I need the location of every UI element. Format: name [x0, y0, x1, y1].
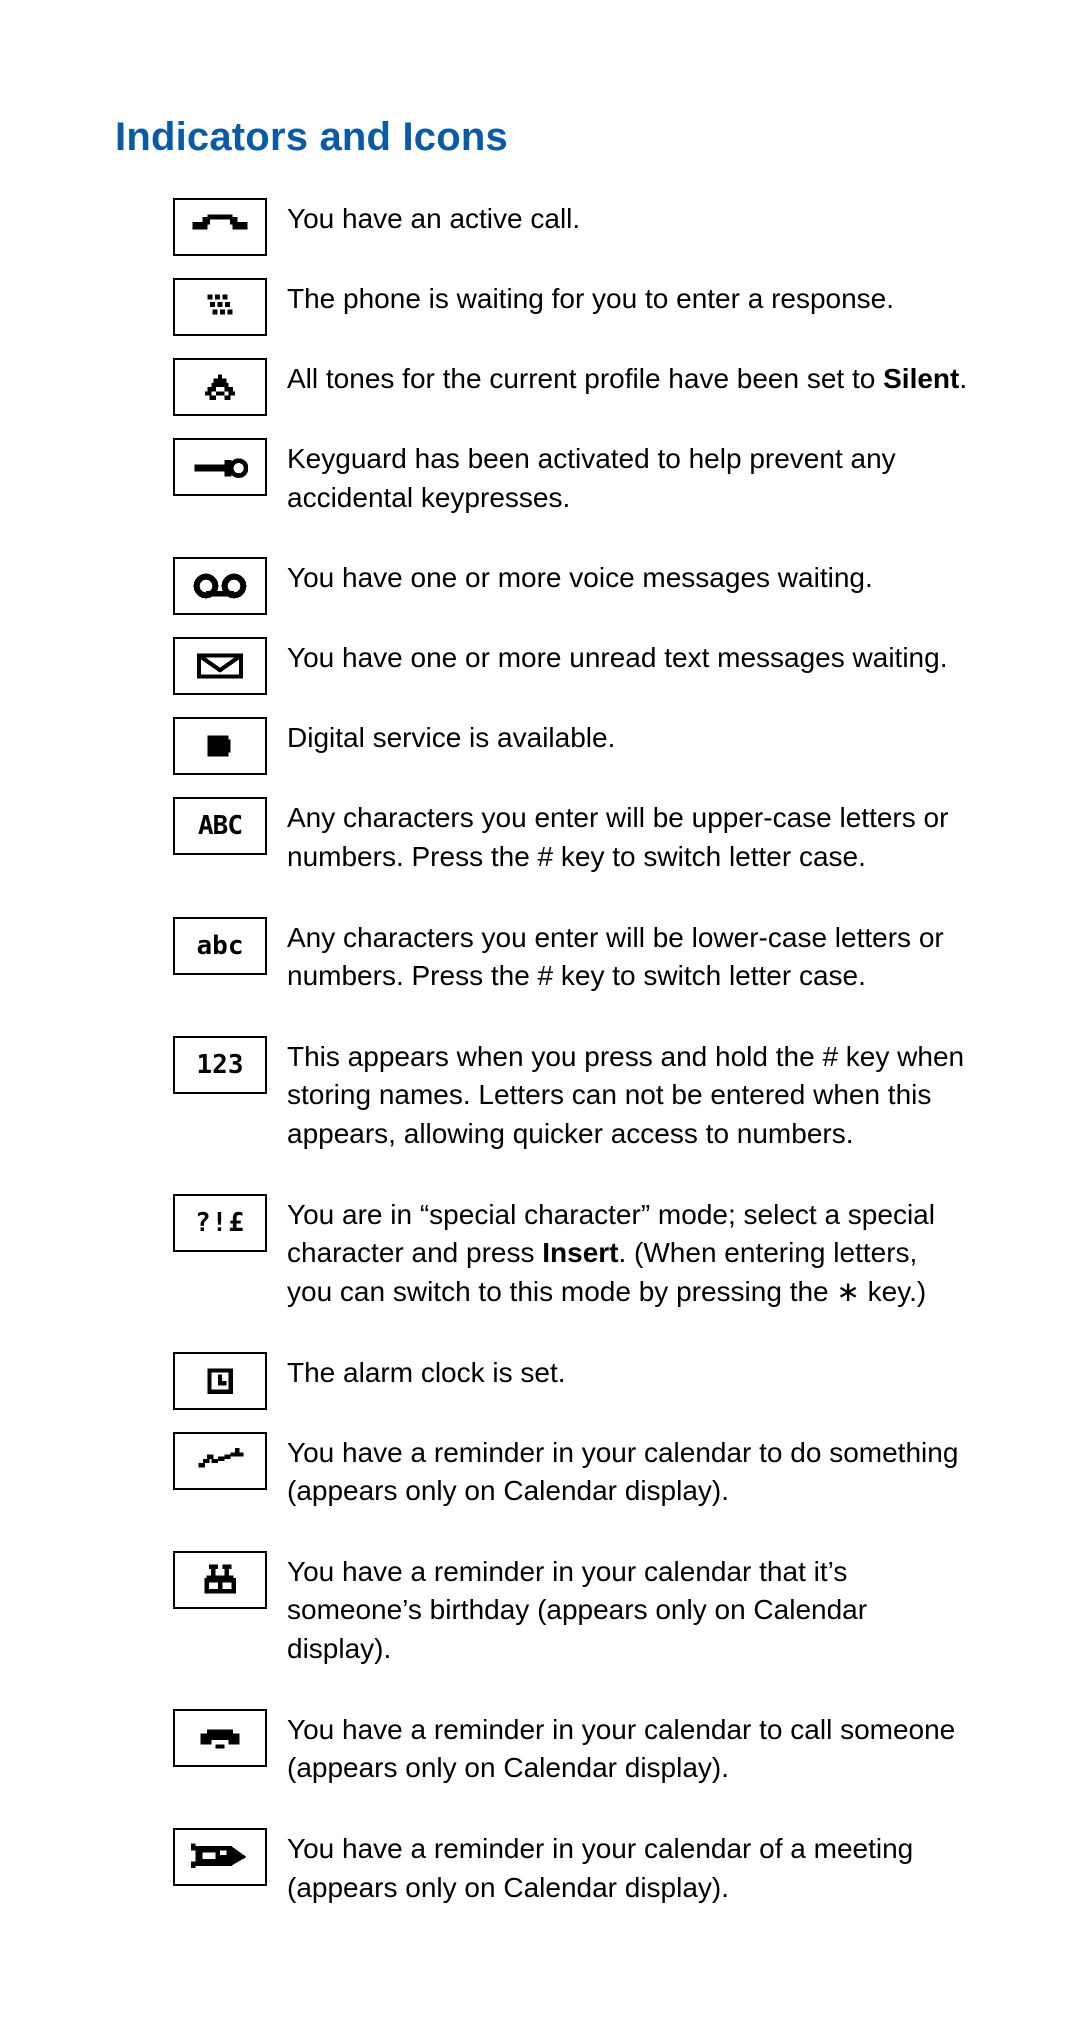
calendar-call-icon — [173, 1709, 267, 1767]
calendar-meeting-icon — [173, 1828, 267, 1886]
active-call-icon — [173, 198, 267, 256]
uppercase-mode-icon: ABC — [173, 797, 267, 855]
icon-list: You have an active call. The phone is wa… — [115, 198, 970, 1907]
special-char-mode-icon: ?!£ — [173, 1194, 267, 1252]
list-item: You have one or more unread text message… — [173, 637, 970, 695]
list-item: You have a reminder in your calendar to … — [173, 1709, 970, 1788]
unread-message-icon — [173, 637, 267, 695]
alarm-clock-icon — [173, 1352, 267, 1410]
silent-profile-icon — [173, 358, 267, 416]
list-item-text: You have a reminder in your calendar to … — [287, 1432, 970, 1511]
calendar-reminder-icon — [173, 1432, 267, 1490]
list-item: ?!£ You are in “special character” mode;… — [173, 1194, 970, 1312]
list-item: You have one or more voice messages wait… — [173, 557, 970, 615]
list-item-text: You have an active call. — [287, 198, 580, 239]
voicemail-icon — [173, 557, 267, 615]
digital-service-icon — [173, 717, 267, 775]
numeric-mode-icon: 123 — [173, 1036, 267, 1094]
list-item: 123 This appears when you press and hold… — [173, 1036, 970, 1154]
list-item: Digital service is available. — [173, 717, 970, 775]
list-item: The phone is waiting for you to enter a … — [173, 278, 970, 336]
list-item: You have an active call. — [173, 198, 970, 256]
list-item-text: You have one or more unread text message… — [287, 637, 947, 678]
list-item-text: This appears when you press and hold the… — [287, 1036, 970, 1154]
list-item: You have a reminder in your calendar to … — [173, 1432, 970, 1511]
list-item-text: The alarm clock is set. — [287, 1352, 566, 1393]
list-item: Keyguard has been activated to help prev… — [173, 438, 970, 517]
list-item-text: Digital service is available. — [287, 717, 615, 758]
calendar-birthday-icon — [173, 1551, 267, 1609]
list-item-text: You have a reminder in your calendar to … — [287, 1709, 970, 1788]
list-item: abc Any characters you enter will be low… — [173, 917, 970, 996]
list-item: The alarm clock is set. — [173, 1352, 970, 1410]
waiting-response-icon — [173, 278, 267, 336]
list-item-text: All tones for the current profile have b… — [287, 358, 967, 399]
list-item-text: You are in “special character” mode; sel… — [287, 1194, 970, 1312]
page: Indicators and Icons You have an active … — [0, 0, 1080, 2039]
list-item-text: Any characters you enter will be lower-c… — [287, 917, 970, 996]
keyguard-icon — [173, 438, 267, 496]
list-item: All tones for the current profile have b… — [173, 358, 970, 416]
list-item-text: You have one or more voice messages wait… — [287, 557, 873, 598]
lowercase-mode-icon: abc — [173, 917, 267, 975]
list-item: You have a reminder in your calendar tha… — [173, 1551, 970, 1669]
list-item-text: The phone is waiting for you to enter a … — [287, 278, 894, 319]
section-title: Indicators and Icons — [115, 115, 970, 160]
list-item-text: You have a reminder in your calendar tha… — [287, 1551, 970, 1669]
list-item-text: Any characters you enter will be upper-c… — [287, 797, 970, 876]
list-item: ABC Any characters you enter will be upp… — [173, 797, 970, 876]
list-item-text: You have a reminder in your calendar of … — [287, 1828, 970, 1907]
list-item-text: Keyguard has been activated to help prev… — [287, 438, 970, 517]
list-item: You have a reminder in your calendar of … — [173, 1828, 970, 1907]
